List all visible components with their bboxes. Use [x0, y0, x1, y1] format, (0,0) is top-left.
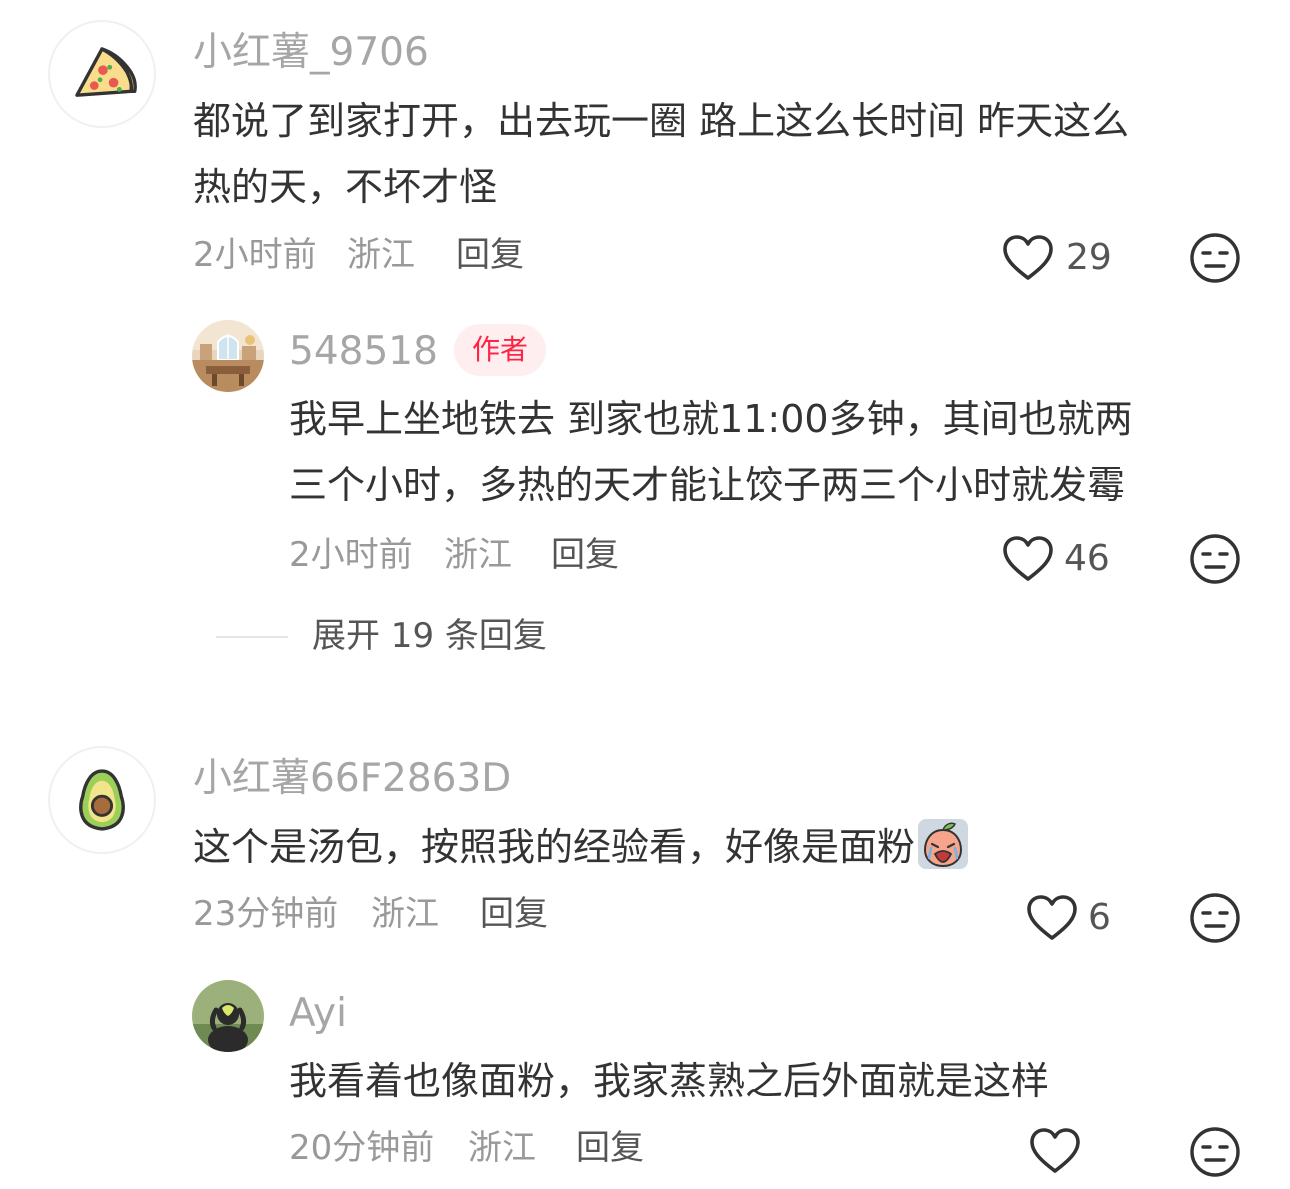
avocado-icon	[79, 769, 125, 831]
comment-time: 23分钟前	[193, 894, 339, 934]
reply-text-line: 我早上坐地铁去 到家也就11:00多钟，其间也就两	[289, 397, 1133, 441]
reply-time: 20分钟前	[289, 1128, 435, 1168]
comment-text-line: 这个是汤包，按照我的经验看，好像是面粉	[193, 814, 969, 880]
like-count: 46	[1064, 538, 1110, 579]
reply-text: 我早上坐地铁去 到家也就11:00多钟，其间也就两 三个小时，多热的天才能让饺子…	[289, 386, 1133, 518]
reply-button[interactable]: 回复	[456, 238, 524, 272]
pizza-icon	[75, 47, 137, 97]
reply-time: 2小时前	[289, 535, 413, 575]
comment-username[interactable]: 小红薯66F2863D	[193, 759, 511, 798]
person-photo-icon	[192, 980, 264, 1052]
reply-username[interactable]: Ayi	[289, 994, 347, 1033]
heart-icon[interactable]	[1029, 1127, 1081, 1175]
comment-location: 浙江	[371, 894, 439, 934]
reply-button[interactable]: 回复	[576, 1131, 644, 1165]
heart-icon[interactable]	[1002, 535, 1054, 583]
reply-text: 我看着也像面粉，我家蒸熟之后外面就是这样	[289, 1048, 1049, 1114]
comment-location: 浙江	[347, 235, 415, 275]
reply-button[interactable]: 回复	[480, 897, 548, 931]
comment-time: 2小时前	[193, 235, 317, 275]
reply-username[interactable]: 548518	[289, 332, 438, 371]
reply-text-line: 我看着也像面粉，我家蒸熟之后外面就是这样	[289, 1059, 1050, 1103]
heart-icon[interactable]	[1002, 234, 1054, 282]
dislike-face-icon[interactable]	[1189, 533, 1241, 585]
avatar[interactable]	[48, 746, 156, 854]
comment-text-content: 这个是汤包，按照我的经验看，好像是面粉	[193, 825, 916, 869]
comment-text: 都说了到家打开，出去玩一圈 路上这么长时间 昨天这么 热的天，不坏才怪	[193, 88, 1129, 220]
heart-icon[interactable]	[1026, 894, 1078, 942]
dislike-face-icon[interactable]	[1189, 1126, 1241, 1178]
dislike-face-icon[interactable]	[1189, 232, 1241, 284]
comment-username[interactable]: 小红薯_9706	[193, 33, 429, 72]
avatar[interactable]	[192, 320, 264, 392]
crying-peach-sticker-icon	[918, 819, 969, 869]
reply-location: 浙江	[468, 1128, 536, 1168]
dislike-face-icon[interactable]	[1189, 892, 1241, 944]
expand-divider	[216, 636, 288, 638]
reply-text-line: 三个小时，多热的天才能让饺子两三个小时就发霉	[289, 463, 1126, 507]
comment-text-line: 热的天，不坏才怪	[193, 165, 498, 209]
author-badge: 作者	[454, 324, 547, 376]
avatar[interactable]	[192, 980, 264, 1052]
reply-location: 浙江	[444, 535, 512, 575]
reply-button[interactable]: 回复	[551, 538, 619, 572]
like-count: 6	[1088, 897, 1111, 938]
comment-text-line: 都说了到家打开，出去玩一圈 路上这么长时间 昨天这么	[193, 99, 1130, 143]
avatar[interactable]	[48, 20, 156, 128]
comment-text: 这个是汤包，按照我的经验看，好像是面粉	[193, 814, 969, 880]
expand-replies-button[interactable]: 展开 19 条回复	[312, 619, 547, 653]
like-count: 29	[1066, 237, 1112, 278]
room-photo-icon	[192, 320, 264, 392]
